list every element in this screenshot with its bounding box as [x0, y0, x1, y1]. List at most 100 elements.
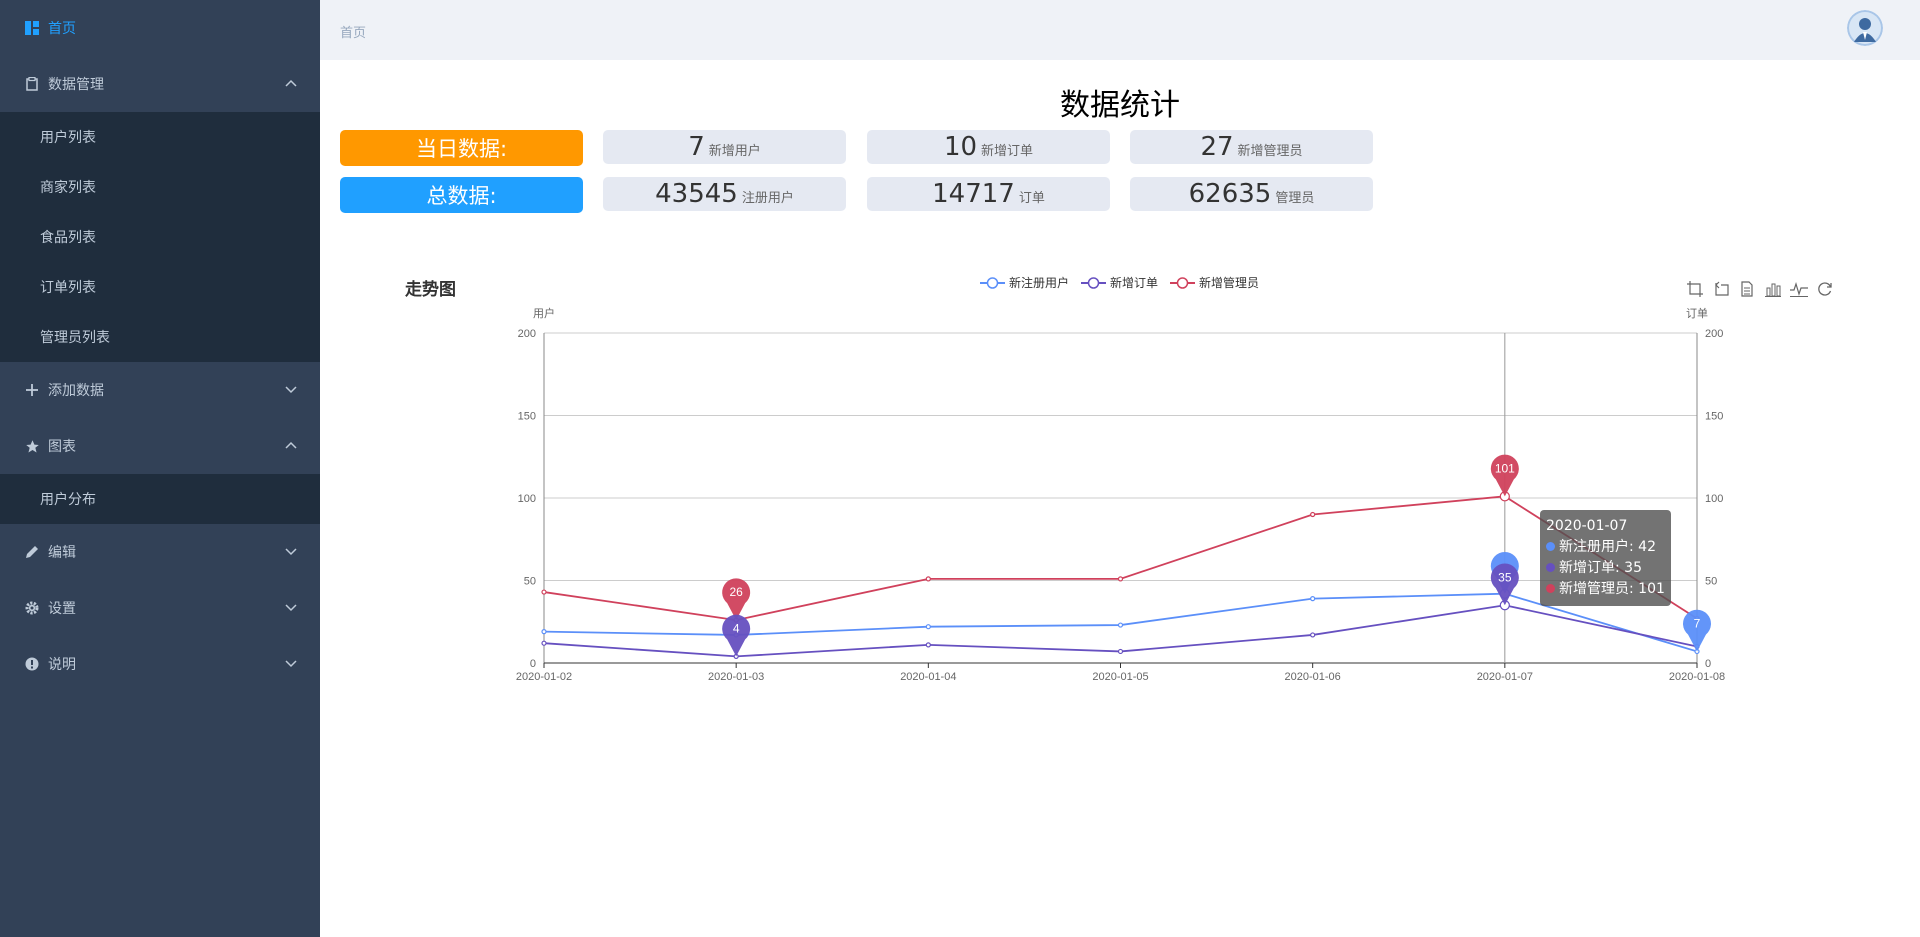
marker-label: 26 — [729, 585, 743, 599]
data-point — [925, 576, 931, 582]
legend-item[interactable]: 新注册用户 — [980, 274, 1069, 291]
sidebar-item-home[interactable]: 首页 — [0, 0, 320, 56]
grid-icon — [24, 20, 40, 36]
sidebar-item-label: 图表 — [48, 439, 76, 455]
bar-chart-icon[interactable] — [1763, 280, 1783, 298]
data-point — [1117, 576, 1124, 582]
data-point — [925, 642, 931, 648]
chevron-up-icon — [285, 79, 297, 87]
y-tick-label-left: 50 — [524, 576, 536, 588]
stat-card: 62635 管理员 — [1130, 177, 1373, 211]
marker-label: 101 — [1495, 461, 1515, 475]
tooltip-date: 2020-01-07 — [1546, 518, 1628, 534]
sidebar-item-add-data[interactable]: 添加数据 — [0, 362, 320, 418]
data-point — [1310, 511, 1316, 518]
stat-value: 7 — [688, 132, 705, 162]
y-tick-label-right: 200 — [1705, 328, 1723, 340]
sidebar: 首页 数据管理 用户列表 商家列表 食品列表 订单列表 管理员列表 添加数据 图… — [0, 0, 320, 937]
header: 首页 — [320, 0, 1920, 60]
series-line — [543, 604, 1698, 658]
legend-dot-icon — [1546, 563, 1555, 572]
stat-value: 43545 — [655, 179, 738, 209]
plus-icon — [24, 382, 40, 398]
tooltip-line: 新增订单: 35 — [1546, 558, 1665, 579]
sidebar-item-charts[interactable]: 图表 — [0, 418, 320, 474]
legend-item[interactable]: 新增订单 — [1081, 274, 1158, 291]
chart-title: 走势图 — [405, 280, 456, 300]
y-tick-label-right: 50 — [1705, 576, 1717, 588]
stat-label: 管理员 — [1275, 191, 1315, 206]
legend-line-marker-icon — [1081, 276, 1107, 289]
legend-label: 新注册用户 — [1009, 276, 1070, 290]
x-tick-label: 2020-01-06 — [1285, 671, 1341, 683]
chevron-up-icon — [285, 441, 297, 449]
stat-value: 10 — [943, 132, 978, 162]
tooltip-text: 新注册用户: 42 — [1559, 539, 1656, 555]
x-tick-label: 2020-01-04 — [900, 671, 956, 683]
x-tick-label: 2020-01-03 — [708, 671, 764, 683]
tooltip-line: 新增管理员: 101 — [1546, 579, 1665, 600]
stat-label: 新增订单 — [981, 144, 1034, 159]
sidebar-item-edit[interactable]: 编辑 — [0, 524, 320, 580]
chevron-down-icon — [285, 604, 297, 612]
stat-card: 27 新增管理员 — [1130, 130, 1373, 164]
stat-value: 62635 — [1188, 179, 1272, 209]
y-axis-label-right: 订单 — [1686, 307, 1708, 320]
gear-icon — [24, 600, 40, 616]
tooltip-text: 新增管理员: 101 — [1559, 581, 1665, 597]
sidebar-item-data-management[interactable]: 数据管理 — [0, 56, 320, 112]
marker-label: 35 — [1498, 570, 1512, 584]
data-point — [541, 629, 547, 635]
legend-line-marker-icon — [980, 276, 1005, 289]
stat-value: 27 — [1200, 132, 1234, 162]
legend-line-marker-icon — [1170, 276, 1196, 289]
y-tick-label-right: 150 — [1705, 411, 1723, 423]
y-tick-label-right: 100 — [1705, 493, 1723, 505]
sidebar-item-about[interactable]: 说明 — [0, 636, 320, 692]
y-tick-label-left: 200 — [518, 328, 536, 340]
sidebar-item-admin-list[interactable]: 管理员列表 — [0, 312, 320, 362]
info-icon — [24, 656, 40, 672]
today-data-label: 当日数据: — [340, 130, 583, 166]
data-point — [541, 640, 547, 646]
stat-card: 14717 订单 — [867, 177, 1110, 211]
stat-label: 新增管理员 — [1237, 144, 1303, 159]
line-chart-icon[interactable] — [1789, 280, 1809, 298]
chevron-down-icon — [285, 548, 297, 556]
y-tick-label-left: 0 — [530, 658, 536, 670]
chart-legend: 新注册用户 新增订单 新增管理员 — [980, 274, 1271, 291]
sidebar-item-food-list[interactable]: 食品列表 — [0, 212, 320, 262]
legend-item[interactable]: 新增管理员 — [1170, 274, 1259, 291]
stat-label: 注册用户 — [741, 191, 794, 206]
restore-icon[interactable] — [1815, 280, 1835, 298]
data-point — [1117, 622, 1124, 628]
sidebar-item-order-list[interactable]: 订单列表 — [0, 262, 320, 312]
data-point — [541, 589, 547, 595]
tooltip-text: 新增订单: 35 — [1559, 560, 1642, 576]
pencil-icon — [24, 544, 40, 560]
series-line — [543, 495, 1698, 622]
data-point — [1310, 596, 1316, 602]
chevron-down-icon — [285, 660, 297, 668]
sidebar-item-user-list[interactable]: 用户列表 — [0, 112, 320, 162]
stat-value: 14717 — [932, 179, 1015, 209]
sidebar-item-label: 首页 — [48, 21, 76, 37]
total-data-label: 总数据: — [340, 177, 583, 213]
avatar[interactable] — [1847, 10, 1883, 46]
y-tick-label-left: 100 — [518, 493, 536, 505]
sidebar-item-label: 编辑 — [48, 545, 76, 561]
sidebar-item-shop-list[interactable]: 商家列表 — [0, 162, 320, 212]
submenu-data-management: 用户列表 商家列表 食品列表 订单列表 管理员列表 — [0, 112, 320, 362]
sidebar-item-label: 数据管理 — [48, 77, 104, 93]
breadcrumb[interactable]: 首页 — [340, 22, 366, 41]
data-point — [1117, 648, 1124, 655]
legend-label: 新增订单 — [1110, 276, 1159, 290]
data-point — [925, 624, 931, 630]
sidebar-item-user-distribution[interactable]: 用户分布 — [0, 474, 320, 524]
sidebar-item-settings[interactable]: 设置 — [0, 580, 320, 636]
stat-label: 新增用户 — [708, 144, 761, 159]
trend-line-chart: 0 0 50 50 100 100 150 150 200 200 用户 订单 2020-01-02 20… — [516, 306, 1725, 683]
stat-card: 43545 注册用户 — [603, 177, 846, 211]
x-tick-label: 2020-01-08 — [1669, 671, 1725, 683]
x-tick-label: 2020-01-07 — [1477, 671, 1533, 683]
